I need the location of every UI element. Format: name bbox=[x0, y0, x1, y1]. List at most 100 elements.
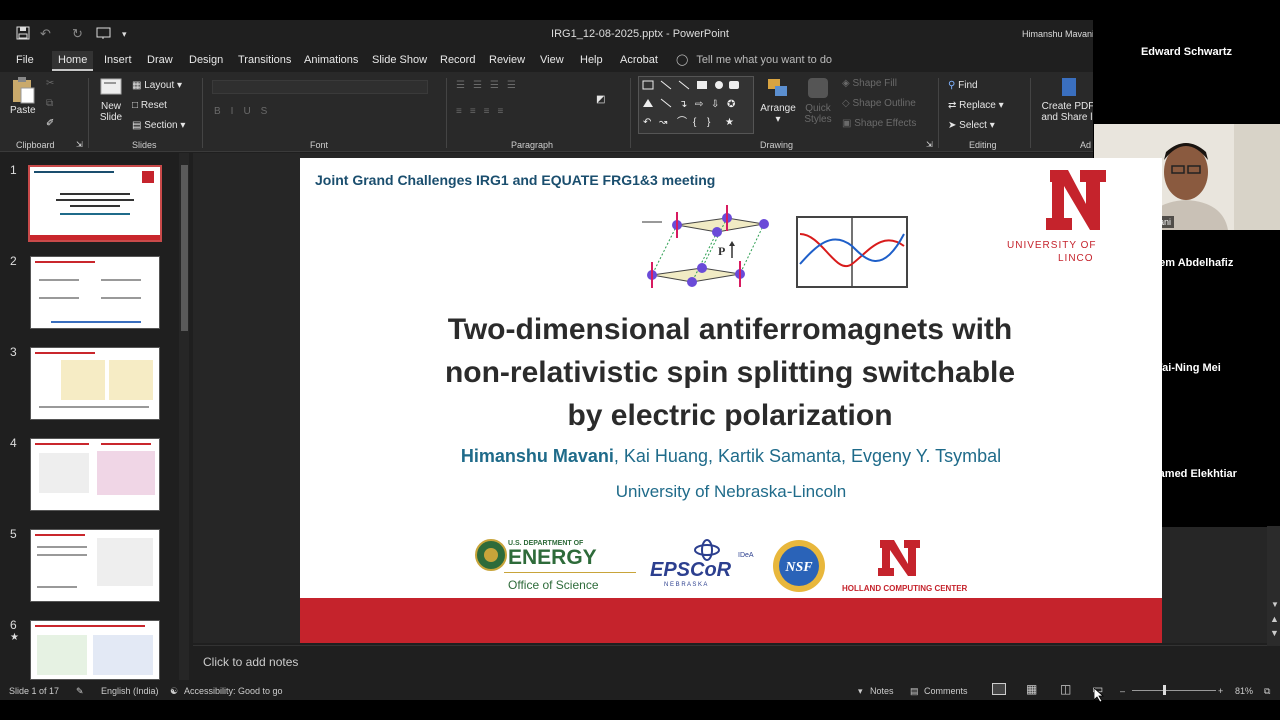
new-slide-label-1: New bbox=[100, 101, 121, 112]
quick-styles-label-1: Quick bbox=[805, 103, 831, 114]
tab-file[interactable]: File bbox=[16, 54, 34, 66]
coauthors: , Kai Huang, Kartik Samanta, Evgeny Y. T… bbox=[613, 446, 1002, 466]
reset-button[interactable]: □ Reset bbox=[132, 100, 167, 111]
arrange-button[interactable]: Arrange ▾ bbox=[760, 76, 796, 125]
tab-transitions[interactable]: Transitions bbox=[238, 54, 291, 66]
select-button[interactable]: ➤ Select ▾ bbox=[948, 120, 995, 131]
spin-band-figure bbox=[796, 216, 908, 288]
unl-wordmark-1: UNIVERSITY OF bbox=[1007, 240, 1097, 251]
font-name-box[interactable] bbox=[212, 80, 428, 94]
new-slide-label-2: Slide bbox=[99, 112, 123, 123]
svg-text:↝: ↝ bbox=[659, 117, 668, 128]
normal-view-icon[interactable] bbox=[992, 683, 1006, 695]
slide-title[interactable]: Two-dimensional antiferromagnets with no… bbox=[360, 308, 1100, 437]
list-buttons[interactable]: ☰☰☰☰ bbox=[456, 80, 524, 91]
divider bbox=[446, 78, 447, 148]
zoom-slider-thumb[interactable] bbox=[1163, 685, 1166, 695]
current-slide[interactable]: Joint Grand Challenges IRG1 and EQUATE F… bbox=[300, 158, 1162, 643]
slide-thumbnail-4[interactable] bbox=[30, 438, 160, 511]
drawing-launcher-icon[interactable]: ⇲ bbox=[926, 140, 933, 149]
font-format-buttons[interactable]: BIUS bbox=[214, 106, 277, 117]
slide-thumbnail-3[interactable] bbox=[30, 347, 160, 420]
divider bbox=[938, 78, 939, 148]
text-direction-icon[interactable]: ◩ bbox=[596, 94, 605, 105]
shapes-gallery[interactable]: ↴ ⇨ ⇩ ✪ ↶ ↝ ⌒ { } ★ bbox=[638, 76, 754, 134]
tab-record[interactable]: Record bbox=[440, 54, 475, 66]
shape-fill-icon: ◈ bbox=[842, 78, 853, 89]
zoom-slider[interactable] bbox=[1132, 690, 1216, 691]
arrange-label: Arrange bbox=[760, 103, 796, 114]
zoom-in-icon[interactable]: + bbox=[1218, 686, 1223, 696]
slide-thumbnail-1[interactable] bbox=[28, 165, 162, 242]
right-scrollbar[interactable]: ▼ ▲ ▼ bbox=[1267, 526, 1280, 646]
tab-acrobat[interactable]: Acrobat bbox=[620, 54, 658, 66]
cut-icon[interactable]: ✂ bbox=[46, 78, 54, 89]
tab-animations[interactable]: Animations bbox=[304, 54, 358, 66]
account-name[interactable]: Himanshu Mavani bbox=[1022, 29, 1094, 39]
new-slide-button[interactable]: New Slide bbox=[95, 76, 127, 123]
format-painter-icon[interactable]: ✐ bbox=[46, 118, 54, 129]
slide-thumbnail-2[interactable] bbox=[30, 256, 160, 329]
comments-icon: ▤ bbox=[910, 686, 919, 696]
slide-thumbnail-6[interactable] bbox=[30, 620, 160, 680]
tab-slide-show[interactable]: Slide Show bbox=[372, 54, 427, 66]
tab-view[interactable]: View bbox=[540, 54, 564, 66]
tab-draw[interactable]: Draw bbox=[147, 54, 173, 66]
slide-footer-band bbox=[300, 598, 1162, 643]
previous-slide-icon[interactable]: ▲ bbox=[1270, 614, 1279, 624]
svg-text:↴: ↴ bbox=[679, 99, 687, 110]
layout-label: Layout bbox=[144, 80, 175, 91]
animation-star-icon: ★ bbox=[10, 632, 19, 643]
reading-view-icon[interactable]: ◫ bbox=[1060, 682, 1071, 696]
nsf-logo: NSF bbox=[772, 538, 826, 594]
shape-effects-button[interactable]: ▣ Shape Effects bbox=[842, 118, 916, 129]
slide-affiliation[interactable]: University of Nebraska-Lincoln bbox=[300, 482, 1162, 502]
presenter-name: Himanshu Mavani bbox=[460, 446, 614, 466]
slide-thumbnails-pane: 1 2 3 4 5 6 ★ bbox=[0, 153, 193, 680]
slide-thumbnail-5[interactable] bbox=[30, 529, 160, 602]
zoom-out-icon[interactable]: – bbox=[1120, 686, 1125, 696]
tab-design[interactable]: Design bbox=[189, 54, 223, 66]
create-pdf-button[interactable]: Create PDF and Share li bbox=[1040, 76, 1096, 123]
thumbnail-scrollbar-thumb[interactable] bbox=[181, 165, 188, 331]
tab-help[interactable]: Help bbox=[580, 54, 603, 66]
quick-styles-button[interactable]: Quick Styles bbox=[802, 76, 834, 125]
epscor-small-text: IDeA bbox=[738, 552, 754, 559]
select-label: Select bbox=[959, 120, 987, 131]
arrange-dropdown-icon: ▾ bbox=[775, 114, 781, 125]
section-button[interactable]: ▤ Section ▾ bbox=[132, 120, 185, 131]
slide-authors[interactable]: Himanshu Mavani, Kai Huang, Kartik Saman… bbox=[300, 446, 1162, 467]
tab-review[interactable]: Review bbox=[489, 54, 525, 66]
slide-sorter-icon[interactable]: ▦ bbox=[1026, 682, 1037, 696]
scroll-down-icon[interactable]: ▼ bbox=[1271, 600, 1279, 609]
accessibility-status[interactable]: Accessibility: Good to go bbox=[184, 686, 283, 696]
language-indicator[interactable]: English (India) bbox=[101, 686, 159, 696]
find-button[interactable]: ⚲ Find bbox=[948, 80, 978, 91]
spelling-icon[interactable]: ✎ bbox=[76, 686, 84, 697]
unl-wordmark-2: LINCO bbox=[1058, 253, 1094, 264]
replace-icon: ⇄ bbox=[948, 100, 960, 111]
clipboard-launcher-icon[interactable]: ⇲ bbox=[76, 140, 83, 149]
paste-button[interactable]: Paste bbox=[10, 76, 36, 116]
slide-header: Joint Grand Challenges IRG1 and EQUATE F… bbox=[315, 172, 716, 188]
shape-fill-button[interactable]: ◈ Shape Fill bbox=[842, 78, 897, 89]
notes-toggle[interactable]: Notes bbox=[870, 686, 894, 696]
next-slide-icon[interactable]: ▼ bbox=[1270, 628, 1279, 638]
editing-group-label: Editing bbox=[969, 140, 997, 150]
align-buttons[interactable]: ≡≡≡≡ bbox=[456, 106, 511, 117]
notes-pane[interactable]: Click to add notes bbox=[193, 645, 1280, 680]
layout-button[interactable]: ▦ Layout ▾ bbox=[132, 80, 182, 91]
fit-slide-icon[interactable]: ⧉ bbox=[1264, 686, 1270, 697]
hcc-text: HOLLAND COMPUTING CENTER bbox=[842, 584, 968, 593]
tell-me-search[interactable]: ◯ Tell me what you want to do bbox=[676, 53, 832, 66]
tab-insert[interactable]: Insert bbox=[104, 54, 132, 66]
replace-button[interactable]: ⇄ Replace ▾ bbox=[948, 100, 1004, 111]
shape-outline-button[interactable]: ◇ Shape Outline bbox=[842, 98, 916, 109]
tab-home[interactable]: Home bbox=[52, 51, 94, 71]
tell-me-label: Tell me what you want to do bbox=[696, 54, 833, 66]
reset-icon: □ bbox=[132, 100, 141, 111]
comments-toggle[interactable]: Comments bbox=[924, 686, 968, 696]
copy-icon[interactable]: ⧉ bbox=[46, 98, 53, 109]
thumbnail-number: 6 bbox=[10, 618, 17, 632]
zoom-level[interactable]: 81% bbox=[1235, 686, 1253, 696]
